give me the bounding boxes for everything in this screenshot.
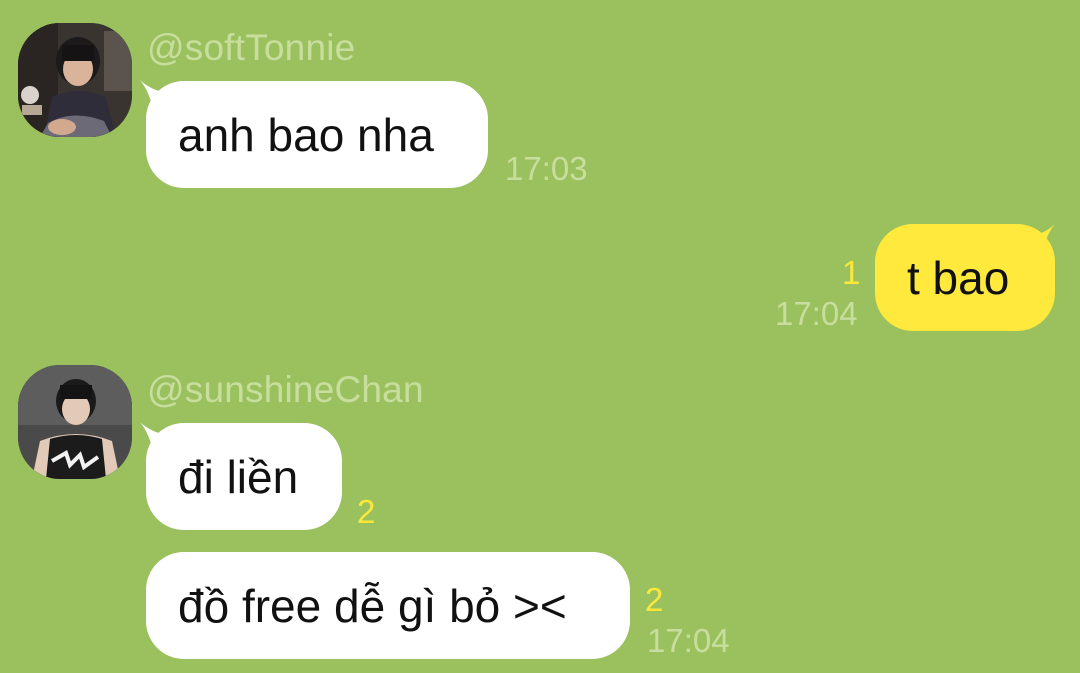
message-text: t bao — [907, 251, 1010, 304]
avatar-sunshinechan[interactable] — [18, 365, 132, 479]
message-text: đi liền — [178, 450, 299, 503]
avatar-softtonnie[interactable] — [18, 23, 132, 137]
message-text: anh bao nha — [178, 108, 434, 161]
message-time: 17:04 — [775, 295, 858, 332]
message-bubble[interactable]: đồ free dễ gì bỏ >< — [146, 552, 630, 659]
message-time: 17:04 — [647, 622, 730, 659]
message-bubble[interactable]: anh bao nha — [146, 81, 488, 188]
sender-name[interactable]: @softTonnie — [147, 26, 355, 70]
bubble-tail-icon — [1025, 224, 1055, 258]
message-bubble[interactable]: đi liền — [146, 423, 342, 530]
unread-count: 1 — [842, 254, 861, 291]
user-avatar-icon — [18, 23, 132, 137]
chat-message-list[interactable]: @softTonnie anh bao nha 17:03 1 17:04 t … — [0, 0, 1080, 673]
sender-name[interactable]: @sunshineChan — [147, 368, 424, 412]
unread-count: 2 — [645, 581, 664, 618]
message-time: 17:03 — [505, 150, 588, 187]
unread-count: 2 — [357, 493, 376, 530]
message-text: đồ free dễ gì bỏ >< — [178, 579, 567, 632]
user-avatar-icon — [18, 365, 132, 479]
